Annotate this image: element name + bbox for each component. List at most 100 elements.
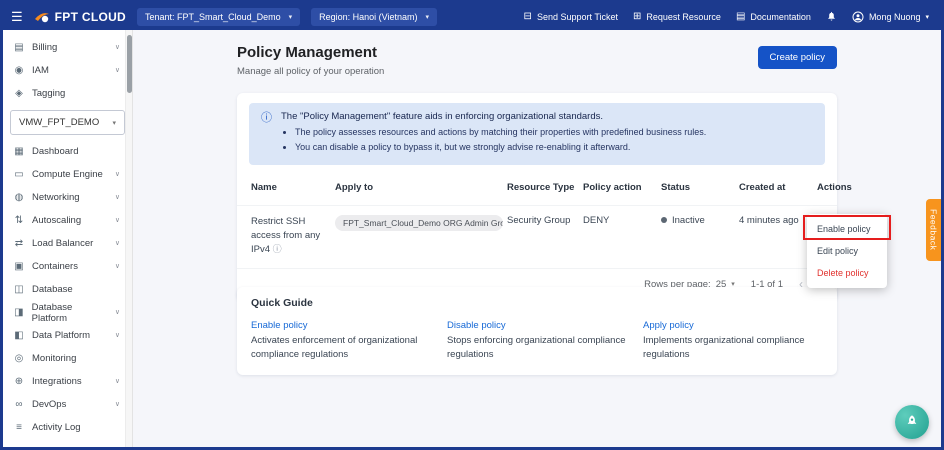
policy-name-cell: Restrict SSH access from any IPv4 ⓘ	[251, 215, 333, 258]
send-support-ticket-label: Send Support Ticket	[537, 12, 618, 22]
sidebar-item-label: Compute Engine	[32, 169, 103, 180]
quick-guide-title: Quick Guide	[251, 297, 823, 309]
chevron-down-icon: ∨	[115, 263, 120, 270]
topbar-actions: ⊟ Send Support Ticket ⊞ Request Resource…	[524, 10, 929, 24]
sidebar-item-label: Dashboard	[32, 146, 78, 157]
region-select[interactable]: Region: Hanoi (Vietnam) ▾	[311, 8, 437, 26]
quick-guide-entry: Enable policy Activates enforcement of o…	[251, 320, 431, 362]
chevron-down-icon: ▾	[925, 13, 929, 21]
table-header-row: Name Apply to Resource Type Policy actio…	[237, 171, 837, 205]
request-resource-link[interactable]: ⊞ Request Resource	[633, 12, 721, 22]
column-header-status: Status	[661, 182, 737, 193]
networking-icon: ◍	[13, 193, 25, 203]
autoscaling-icon: ⇅	[13, 216, 25, 226]
sidebar-item-label: Database	[32, 284, 73, 295]
sidebar-item-billing[interactable]: ▤ Billing ∨	[3, 36, 132, 59]
sidebar-item-dashboard[interactable]: ▦ Dashboard	[3, 140, 132, 163]
page-title: Policy Management	[237, 44, 837, 61]
sidebar-item-compute-engine[interactable]: ▭ Compute Engine ∨	[3, 163, 132, 186]
bell-icon[interactable]	[826, 10, 837, 24]
sidebar-item-tagging[interactable]: ◈ Tagging	[3, 82, 132, 105]
avatar	[852, 11, 864, 23]
ticket-icon: ⊟	[524, 12, 532, 22]
column-header-apply-to: Apply to	[335, 182, 505, 193]
info-icon[interactable]: ⓘ	[273, 244, 282, 254]
project-select[interactable]: VMW_FPT_DEMO ▾	[10, 110, 125, 135]
containers-icon: ▣	[13, 262, 25, 272]
sidebar-scrollbar	[125, 30, 132, 447]
apply-policy-desc: Implements organizational compliance reg…	[643, 334, 823, 362]
billing-icon: ▤	[13, 43, 25, 53]
document-icon: ▤	[736, 12, 745, 22]
sidebar-item-data-platform[interactable]: ◧ Data Platform ∨	[3, 324, 132, 347]
sidebar-item-label: Billing	[32, 42, 57, 53]
sidebar-item-label: Networking	[32, 192, 80, 203]
sidebar-item-networking[interactable]: ◍ Networking ∨	[3, 186, 132, 209]
policy-table-card: ⓘ The "Policy Management" feature aids i…	[237, 93, 837, 301]
quick-guide-entry: Disable policy Stops enforcing organizat…	[447, 320, 627, 362]
sidebar-item-monitoring[interactable]: ◎ Monitoring	[3, 347, 132, 370]
support-chat-button[interactable]	[895, 405, 929, 439]
status-badge: Inactive	[672, 215, 705, 226]
table-row: Restrict SSH access from any IPv4 ⓘ FPT_…	[237, 205, 837, 269]
sidebar-item-autoscaling[interactable]: ⇅ Autoscaling ∨	[3, 209, 132, 232]
send-support-ticket-link[interactable]: ⊟ Send Support Ticket	[524, 12, 618, 22]
apply-policy-link[interactable]: Apply policy	[643, 320, 823, 331]
chevron-down-icon: ▾	[289, 13, 293, 21]
page-subtitle: Manage all policy of your operation	[237, 66, 837, 77]
sidebar-item-label: DevOps	[32, 399, 66, 410]
chevron-down-icon: ∨	[115, 217, 120, 224]
sidebar-item-activity-log[interactable]: ≡ Activity Log	[3, 416, 132, 439]
user-name: Mong Nuong	[869, 12, 921, 22]
sidebar-item-database-platform[interactable]: ◨ Database Platform ∨	[3, 301, 132, 324]
menu-item-enable-policy[interactable]: Enable policy	[807, 218, 887, 240]
chevron-down-icon: ∨	[115, 171, 120, 178]
create-policy-button[interactable]: Create policy	[758, 46, 837, 69]
monitoring-icon: ◎	[13, 354, 25, 364]
sidebar-nav: ▤ Billing ∨ ◉ IAM ∨ ◈ Tagging VMW_FPT_DE…	[3, 30, 132, 439]
chevron-down-icon: ▾	[112, 119, 116, 127]
brand-logo[interactable]: FPT CLOUD	[34, 10, 126, 24]
dashboard-icon: ▦	[13, 147, 25, 157]
load-balancer-icon: ⇄	[13, 239, 25, 249]
sidebar-item-iam[interactable]: ◉ IAM ∨	[3, 59, 132, 82]
documentation-link[interactable]: ▤ Documentation	[736, 12, 811, 22]
disable-policy-link[interactable]: Disable policy	[447, 320, 627, 331]
page-header: Policy Management Manage all policy of y…	[237, 44, 837, 77]
sidebar-item-label: Load Balancer	[32, 238, 93, 249]
sidebar-item-containers[interactable]: ▣ Containers ∨	[3, 255, 132, 278]
sidebar-item-devops[interactable]: ∞ DevOps ∨	[3, 393, 132, 416]
info-banner-text: The "Policy Management" feature aids in …	[281, 111, 706, 156]
sidebar-item-label: Monitoring	[32, 353, 76, 364]
column-header-created-at: Created at	[739, 182, 815, 193]
user-menu[interactable]: Mong Nuong ▾	[852, 11, 929, 23]
enable-policy-link[interactable]: Enable policy	[251, 320, 431, 331]
info-banner-title: The "Policy Management" feature aids in …	[281, 111, 706, 122]
tenant-select[interactable]: Tenant: FPT_Smart_Cloud_Demo ▾	[137, 8, 300, 26]
scrollbar-thumb[interactable]	[127, 35, 132, 93]
menu-icon[interactable]: ☰	[11, 10, 23, 23]
feedback-tab[interactable]: Feedback	[926, 199, 941, 261]
sidebar-item-label: Tagging	[32, 88, 65, 99]
chevron-down-icon: ∨	[115, 240, 120, 247]
iam-icon: ◉	[13, 66, 25, 76]
info-banner: ⓘ The "Policy Management" feature aids i…	[249, 103, 825, 165]
info-banner-bullet: You can disable a policy to bypass it, b…	[295, 140, 706, 155]
menu-item-edit-policy[interactable]: Edit policy	[807, 240, 887, 262]
menu-item-delete-policy[interactable]: Delete policy	[807, 262, 887, 284]
resource-type-cell: Security Group	[507, 215, 581, 226]
column-header-resource-type: Resource Type	[507, 182, 581, 193]
apply-to-cell: FPT_Smart_Cloud_Demo ORG Admin Group	[335, 215, 505, 234]
column-header-actions: Actions	[817, 182, 852, 193]
sidebar-item-load-balancer[interactable]: ⇄ Load Balancer ∨	[3, 232, 132, 255]
sidebar-item-integrations[interactable]: ⊕ Integrations ∨	[3, 370, 132, 393]
policy-action-cell: DENY	[583, 215, 659, 226]
sidebar-item-database[interactable]: ◫ Database	[3, 278, 132, 301]
disable-policy-desc: Stops enforcing organizational complianc…	[447, 334, 627, 362]
integrations-icon: ⊕	[13, 377, 25, 387]
quick-guide-grid: Enable policy Activates enforcement of o…	[251, 320, 823, 362]
info-banner-bullet: The policy assesses resources and action…	[295, 125, 706, 140]
quick-guide-entry: Apply policy Implements organizational c…	[643, 320, 823, 362]
request-resource-label: Request Resource	[646, 12, 721, 22]
rocket-icon	[904, 414, 920, 430]
